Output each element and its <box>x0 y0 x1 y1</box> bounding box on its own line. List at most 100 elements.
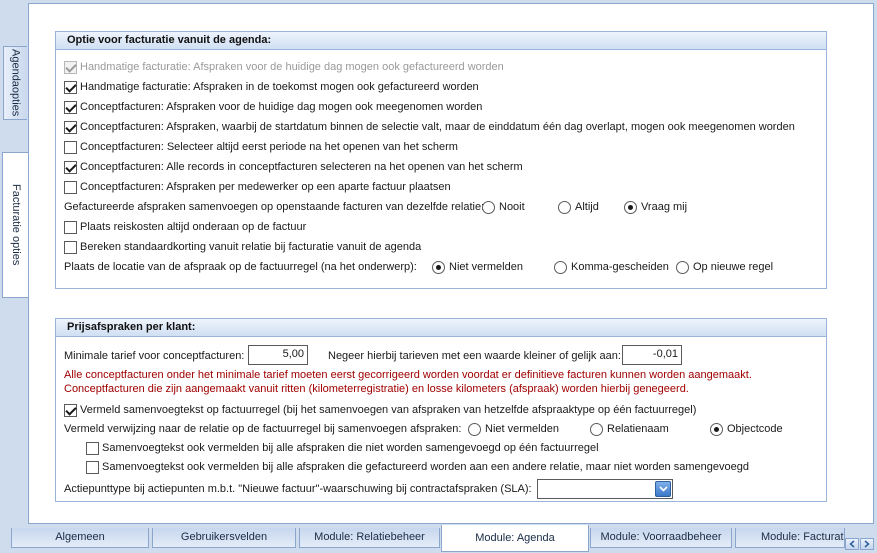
reference-radio-objectcode[interactable]: Objectcode <box>710 420 783 438</box>
checkbox[interactable] <box>64 403 77 417</box>
option-samenvoegtekst-andere-relatie[interactable]: Samenvoegtekst ook vermelden bij alle af… <box>86 458 749 476</box>
merge-radio-nooit[interactable]: Nooit <box>482 198 525 216</box>
radio[interactable] <box>676 260 689 274</box>
checkbox[interactable] <box>86 441 99 455</box>
radio-selected[interactable] <box>710 422 723 436</box>
merge-label: Gefactureerde afspraken samenvoegen op o… <box>64 201 485 213</box>
group-title: Prijsafspraken per klant: <box>56 319 826 337</box>
option-label: Conceptfacturen: Alle records in concept… <box>80 161 523 173</box>
checkbox[interactable] <box>64 160 77 174</box>
group-title: Optie voor facturatie vanuit de agenda: <box>56 32 826 50</box>
option-label: Conceptfacturen: Afspraken voor de huidi… <box>80 101 483 113</box>
option-handmatig-toekomst[interactable]: Handmatige facturatie: Afspraken in de t… <box>64 78 479 96</box>
tab-label: Module: Facturatie <box>761 531 845 543</box>
tab-gebruikersvelden[interactable]: Gebruikersvelden <box>152 528 296 548</box>
tab-label: Module: Voorraadbeheer <box>600 531 722 543</box>
ignore-value-input[interactable]: -0,01 <box>622 345 682 365</box>
checkbox <box>64 60 77 74</box>
option-samenvoegtekst[interactable]: Vermeld samenvoegtekst op factuurregel (… <box>64 401 696 419</box>
option-label: Plaats reiskosten altijd onderaan op de … <box>80 221 307 233</box>
tab-relatiebeheer[interactable]: Module: Relatiebeheer <box>299 528 440 548</box>
radio-label: Altijd <box>575 201 599 213</box>
radio-label: Niet vermelden <box>485 423 559 435</box>
option-label: Conceptfacturen: Afspraken per medewerke… <box>80 181 451 193</box>
radio[interactable] <box>590 422 603 436</box>
option-label: Conceptfacturen: Selecteer altijd eerst … <box>80 141 458 153</box>
tab-label: Module: Agenda <box>475 532 555 544</box>
radio-label: Op nieuwe regel <box>693 261 774 273</box>
location-radio-komma-gescheiden[interactable]: Komma-gescheiden <box>554 258 669 276</box>
group-facturatie-vanuit-agenda: Optie voor facturatie vanuit de agenda: … <box>55 31 827 289</box>
option-label: Handmatige facturatie: Afspraken in de t… <box>80 81 479 93</box>
ignore-row: Negeer hierbij tarieven met een waarde k… <box>328 345 621 367</box>
option-concept-per-medewerker[interactable]: Conceptfacturen: Afspraken per medewerke… <box>64 178 451 196</box>
warning-line: Alle conceptfacturen onder het minimale … <box>64 369 752 381</box>
option-label: Conceptfacturen: Afspraken, waarbij de s… <box>80 121 795 133</box>
location-radio-nieuwe-regel[interactable]: Op nieuwe regel <box>676 258 773 276</box>
facturatie-opties-page: Optie voor facturatie vanuit de agenda: … <box>28 3 874 524</box>
checkbox[interactable] <box>64 180 77 194</box>
reference-setting: Vermeld verwijzing naar de relatie op de… <box>64 420 461 438</box>
checkbox[interactable] <box>64 80 77 94</box>
reference-label: Vermeld verwijzing naar de relatie op de… <box>64 423 462 435</box>
location-label: Plaats de locatie van de afspraak op de … <box>64 261 417 273</box>
radio-label: Relatienaam <box>607 423 669 435</box>
action-type-select[interactable] <box>537 479 673 499</box>
radio[interactable] <box>558 200 571 214</box>
tab-voorraadbeheer[interactable]: Module: Voorraadbeheer <box>590 528 732 548</box>
option-handmatig-huidige-dag: Handmatige facturatie: Afspraken voor de… <box>64 58 504 76</box>
option-label: Bereken standaardkorting vanuit relatie … <box>80 241 422 253</box>
radio-selected[interactable] <box>624 200 637 214</box>
side-tab-label: Agendaopties <box>9 49 22 117</box>
side-tab-strip: Agendaopties Facturatie opties <box>0 0 29 524</box>
radio[interactable] <box>468 422 481 436</box>
tab-agenda[interactable]: Module: Agenda <box>441 525 589 552</box>
checkbox[interactable] <box>64 140 77 154</box>
tab-label: Algemeen <box>55 531 105 543</box>
side-tab-label: Facturatie opties <box>10 184 22 266</box>
option-concept-einddatum-overlap[interactable]: Conceptfacturen: Afspraken, waarbij de s… <box>64 118 795 136</box>
action-type-row: Actiepunttype bij actiepunten m.b.t. "Ni… <box>64 479 532 499</box>
min-rate-row: Minimale tarief voor conceptfacturen: <box>64 345 244 367</box>
bottom-tab-bar: Algemeen Gebruikersvelden Module: Relati… <box>0 524 877 553</box>
side-tab-agendaopties[interactable]: Agendaopties <box>3 46 27 120</box>
checkbox[interactable] <box>64 120 77 134</box>
side-tab-facturatie-opties[interactable]: Facturatie opties <box>2 152 29 298</box>
option-samenvoegtekst-niet-samengevoegd[interactable]: Samenvoegtekst ook vermelden bij alle af… <box>86 439 599 457</box>
radio-label: Niet vermelden <box>449 261 523 273</box>
reference-radio-niet-vermelden[interactable]: Niet vermelden <box>468 420 559 438</box>
min-rate-label: Minimale tarief voor conceptfacturen: <box>64 350 245 362</box>
checkbox[interactable] <box>64 100 77 114</box>
radio-label: Nooit <box>499 201 525 213</box>
option-reiskosten[interactable]: Plaats reiskosten altijd onderaan op de … <box>64 218 306 236</box>
option-concept-alle-records[interactable]: Conceptfacturen: Alle records in concept… <box>64 158 523 176</box>
radio[interactable] <box>482 200 495 214</box>
checkbox[interactable] <box>64 240 77 254</box>
scroll-left-icon[interactable] <box>845 538 859 550</box>
warning-line: Conceptfacturen die zijn aangemaakt vanu… <box>64 383 689 395</box>
option-label: Vermeld samenvoegtekst op factuurregel (… <box>80 404 697 416</box>
tab-facturatie[interactable]: Module: Facturatie <box>735 528 845 548</box>
radio-selected[interactable] <box>432 260 445 274</box>
option-label: Handmatige facturatie: Afspraken voor de… <box>80 61 504 73</box>
min-rate-input[interactable]: 5,00 <box>248 345 308 365</box>
tab-label: Module: Relatiebeheer <box>314 531 425 543</box>
tab-algemeen[interactable]: Algemeen <box>11 528 149 548</box>
tab-label: Gebruikersvelden <box>180 531 268 543</box>
option-standaardkorting[interactable]: Bereken standaardkorting vanuit relatie … <box>64 238 421 256</box>
scroll-right-icon[interactable] <box>860 538 874 550</box>
merge-radio-vraag-mij[interactable]: Vraag mij <box>624 198 687 216</box>
merge-radio-altijd[interactable]: Altijd <box>558 198 599 216</box>
option-label: Samenvoegtekst ook vermelden bij alle af… <box>102 442 599 454</box>
group-prijsafspraken: Prijsafspraken per klant: Minimale tarie… <box>55 318 827 502</box>
radio-label: Komma-gescheiden <box>571 261 669 273</box>
checkbox[interactable] <box>64 220 77 234</box>
checkbox[interactable] <box>86 460 99 474</box>
option-concept-huidige-dag[interactable]: Conceptfacturen: Afspraken voor de huidi… <box>64 98 482 116</box>
location-radio-niet-vermelden[interactable]: Niet vermelden <box>432 258 523 276</box>
radio[interactable] <box>554 260 567 274</box>
chevron-down-icon[interactable] <box>655 481 671 497</box>
action-type-label: Actiepunttype bij actiepunten m.b.t. "Ni… <box>64 483 532 495</box>
reference-radio-relatienaam[interactable]: Relatienaam <box>590 420 669 438</box>
option-concept-selecteer-periode[interactable]: Conceptfacturen: Selecteer altijd eerst … <box>64 138 458 156</box>
